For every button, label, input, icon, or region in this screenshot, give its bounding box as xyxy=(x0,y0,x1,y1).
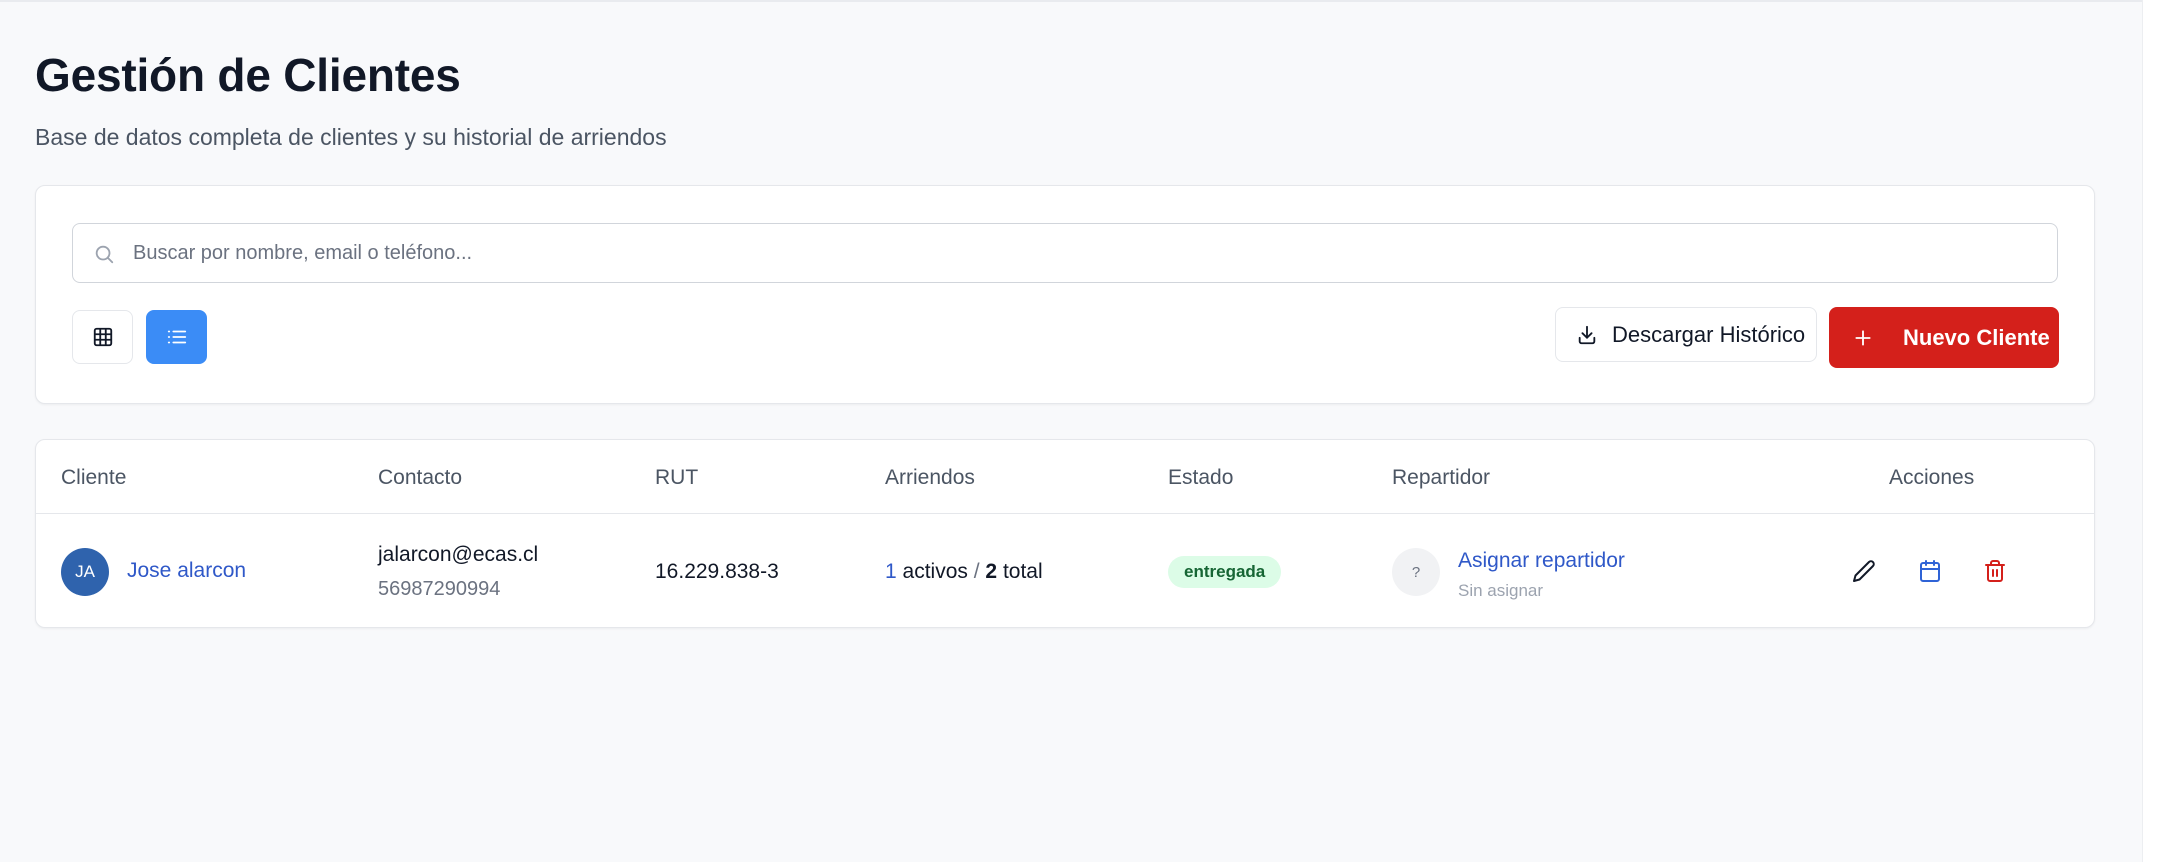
calendar-icon xyxy=(1920,560,1940,582)
download-icon xyxy=(1578,325,1596,344)
page-scrollbar[interactable] xyxy=(2142,0,2162,862)
client-name-link[interactable]: Jose alarcon xyxy=(127,559,246,583)
status-badge: entregada xyxy=(1168,556,1282,588)
page-title: Gestión de Clientes xyxy=(35,49,461,101)
client-email: jalarcon@ecas.cl xyxy=(378,543,539,566)
courier-avatar: ? xyxy=(1392,548,1440,596)
rentals-total-label: total xyxy=(1002,560,1043,583)
column-header-rentals: Arriendos xyxy=(885,466,975,489)
list-view-button[interactable] xyxy=(146,310,207,364)
page-subtitle: Base de datos completa de clientes y su … xyxy=(35,124,667,150)
calendar-button[interactable] xyxy=(1912,553,1948,589)
courier-status: Sin asignar xyxy=(1458,581,1544,600)
column-header-contact: Contacto xyxy=(378,466,463,489)
grid-icon xyxy=(93,327,112,347)
edit-button[interactable] xyxy=(1846,553,1882,589)
page: Gestión de Clientes Base de datos comple… xyxy=(0,0,2162,862)
assign-courier-link[interactable]: Asignar repartidor xyxy=(1458,549,1625,573)
client-phone: 56987290994 xyxy=(378,578,501,600)
list-icon xyxy=(167,330,186,344)
clients-table: Cliente Contacto RUT Arriendos Estado Re… xyxy=(35,439,2095,628)
download-history-button[interactable]: Descargar Histórico xyxy=(1555,307,1817,362)
rentals-active-count: 1 xyxy=(885,560,897,583)
delete-button[interactable] xyxy=(1977,553,2013,589)
search-input[interactable] xyxy=(133,224,2033,282)
new-client-label: Nuevo Cliente xyxy=(1903,324,2050,350)
client-avatar: JA xyxy=(61,548,109,596)
column-header-courier: Repartidor xyxy=(1392,466,1491,489)
column-header-status: Estado xyxy=(1168,466,1234,489)
client-rut: 16.229.838-3 xyxy=(655,560,779,583)
toolbar-card: Descargar Histórico Nuevo Cliente xyxy=(35,185,2095,404)
trash-icon xyxy=(1985,560,2005,582)
download-history-label: Descargar Histórico xyxy=(1612,321,1806,347)
rentals-separator: / xyxy=(973,560,980,583)
scrollbar-thumb[interactable] xyxy=(2146,0,2158,862)
plus-icon xyxy=(1855,329,1871,346)
column-header-client: Cliente xyxy=(61,466,127,489)
rentals-summary: 1 activos / 2 total xyxy=(885,560,1043,584)
rentals-total-count: 2 xyxy=(985,560,998,583)
column-header-actions: Acciones xyxy=(1889,466,1975,489)
rentals-active-label: activos xyxy=(902,560,968,583)
pencil-icon xyxy=(1853,560,1875,582)
search-icon xyxy=(95,245,114,264)
table-header: Cliente Contacto RUT Arriendos Estado Re… xyxy=(36,440,2094,514)
table-row: JA Jose alarcon jalarcon@ecas.cl 5698729… xyxy=(36,514,2094,627)
page-header: Gestión de Clientes Base de datos comple… xyxy=(35,48,667,151)
new-client-button[interactable]: Nuevo Cliente xyxy=(1829,307,2059,368)
search-box[interactable] xyxy=(72,223,2058,283)
grid-view-button[interactable] xyxy=(72,310,133,364)
top-divider xyxy=(0,0,2162,2)
column-header-rut: RUT xyxy=(655,466,699,489)
